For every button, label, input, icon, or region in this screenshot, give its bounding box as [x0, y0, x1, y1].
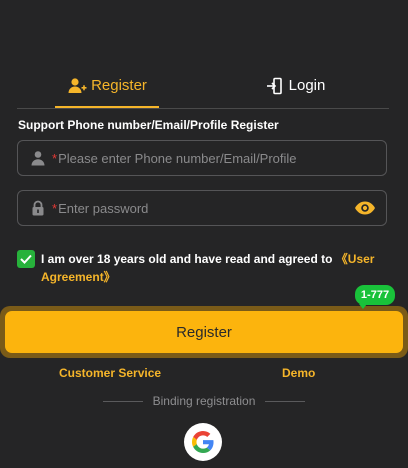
agreement-statement: I am over 18 years old and have read and…: [41, 252, 336, 266]
google-icon: [192, 431, 214, 453]
demo-link[interactable]: Demo: [282, 366, 315, 380]
tab-register-label: Register: [91, 77, 147, 94]
account-field[interactable]: *: [17, 140, 387, 176]
binding-divider: Binding registration: [103, 394, 306, 408]
auth-tabs: Register Login: [17, 64, 389, 109]
binding-label: Binding registration: [152, 394, 256, 408]
account-input[interactable]: [58, 150, 386, 166]
register-page: Register Login Support Phone number/Emai…: [0, 0, 408, 468]
promo-badge: 1-777: [355, 285, 395, 309]
required-mark: *: [52, 150, 58, 166]
password-input[interactable]: [58, 200, 354, 216]
eye-icon[interactable]: [354, 200, 376, 216]
register-button[interactable]: Register: [0, 306, 408, 358]
tab-login[interactable]: Login: [252, 64, 338, 107]
login-door-icon: [265, 76, 285, 96]
register-button-label: Register: [5, 311, 403, 353]
lock-icon: [30, 200, 46, 216]
form-section-label: Support Phone number/Email/Profile Regis…: [18, 118, 279, 132]
customer-service-link[interactable]: Customer Service: [59, 366, 161, 380]
tab-register[interactable]: Register: [55, 64, 159, 108]
user-add-icon: [67, 76, 87, 96]
user-icon: [30, 150, 46, 166]
checkmark-icon: [20, 254, 32, 264]
agreement-text: I am over 18 years old and have read and…: [41, 250, 381, 286]
required-mark: *: [52, 200, 58, 216]
password-field[interactable]: *: [17, 190, 387, 226]
tab-login-label: Login: [288, 77, 326, 94]
divider-line-right: [265, 400, 306, 402]
divider-line-left: [103, 400, 143, 402]
google-signin-button[interactable]: [184, 423, 222, 461]
agreement-checkbox[interactable]: [17, 250, 35, 268]
